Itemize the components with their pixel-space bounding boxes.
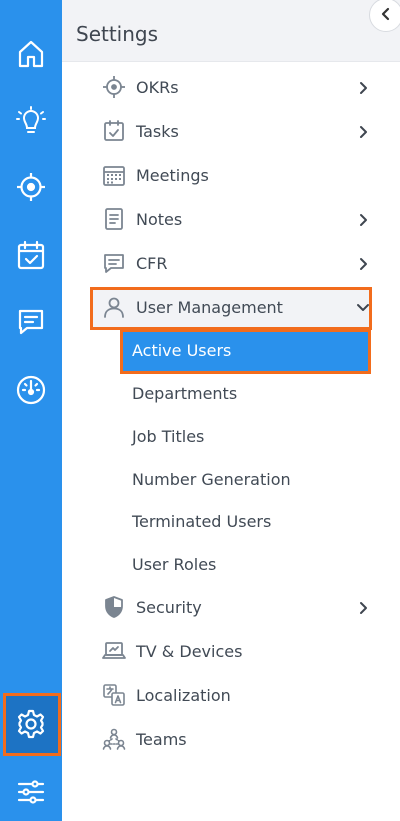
calendar-check-icon[interactable] (0, 225, 62, 285)
user-icon (102, 295, 126, 319)
calendar-check-icon (102, 119, 126, 143)
menu-item-label: Meetings (136, 165, 209, 185)
menu-item-teams[interactable]: Teams (90, 719, 370, 759)
chevron-right-icon (356, 80, 370, 94)
icon-rail (0, 0, 62, 821)
menu-item-meetings[interactable]: Meetings (90, 155, 370, 195)
submenu-label-active-users: Active Users (132, 341, 232, 360)
menu-item-user-management[interactable]: User Management (90, 287, 370, 327)
target-icon[interactable] (0, 157, 62, 217)
menu-item-notes[interactable]: Notes (90, 199, 370, 239)
collapse-button[interactable] (369, 0, 400, 32)
chat-icon (102, 251, 126, 275)
menu-item-label: Security (136, 597, 202, 617)
chevron-right-icon (356, 256, 370, 270)
menu-item-cfr[interactable]: CFR (90, 243, 370, 283)
menu-item-label: Notes (136, 209, 183, 229)
menu-item-label: CFR (136, 253, 168, 273)
target-icon (102, 75, 126, 99)
submenu-item-user-roles[interactable]: User Roles (132, 555, 216, 574)
menu-item-localization[interactable]: Localization (90, 675, 370, 715)
submenu-item-number-generation[interactable]: Number Generation (132, 470, 291, 489)
sliders-icon[interactable] (0, 762, 62, 821)
page-title: Settings (76, 22, 159, 46)
home-icon[interactable] (0, 24, 62, 84)
gauge-icon[interactable] (0, 360, 62, 420)
menu-item-tasks[interactable]: Tasks (90, 111, 370, 151)
note-icon (102, 207, 126, 231)
chevron-right-icon (356, 600, 370, 614)
menu-item-label: Localization (136, 685, 231, 705)
menu-item-label: Teams (136, 729, 187, 749)
team-icon (102, 727, 126, 751)
menu-item-label: User Management (136, 297, 283, 317)
chevron-down-icon (356, 300, 370, 314)
calendar-icon (102, 163, 126, 187)
chevron-right-icon (356, 212, 370, 226)
submenu-item-departments[interactable]: Departments (132, 384, 237, 403)
menu-item-security[interactable]: Security (90, 587, 370, 627)
chevron-left-icon (379, 6, 393, 25)
menu-item-label: TV & Devices (136, 641, 243, 661)
menu-item-okrs[interactable]: OKRs (90, 67, 370, 107)
menu-item-label: Tasks (136, 121, 179, 141)
shield-icon (102, 595, 126, 619)
panel-header: Settings (62, 0, 400, 62)
chevron-right-icon (356, 124, 370, 138)
translate-icon (102, 683, 126, 707)
menu-item-label: OKRs (136, 77, 179, 97)
chat-icon[interactable] (0, 292, 62, 352)
submenu-item-terminated-users[interactable]: Terminated Users (132, 512, 271, 531)
gear-icon[interactable] (0, 694, 62, 754)
settings-panel: Settings OKRs Tasks Meetings Notes CFR U… (62, 0, 400, 821)
lightbulb-icon[interactable] (0, 92, 62, 152)
laptop-icon (102, 639, 126, 663)
submenu-item-job-titles[interactable]: Job Titles (132, 427, 204, 446)
menu-item-tv-devices[interactable]: TV & Devices (90, 631, 370, 671)
